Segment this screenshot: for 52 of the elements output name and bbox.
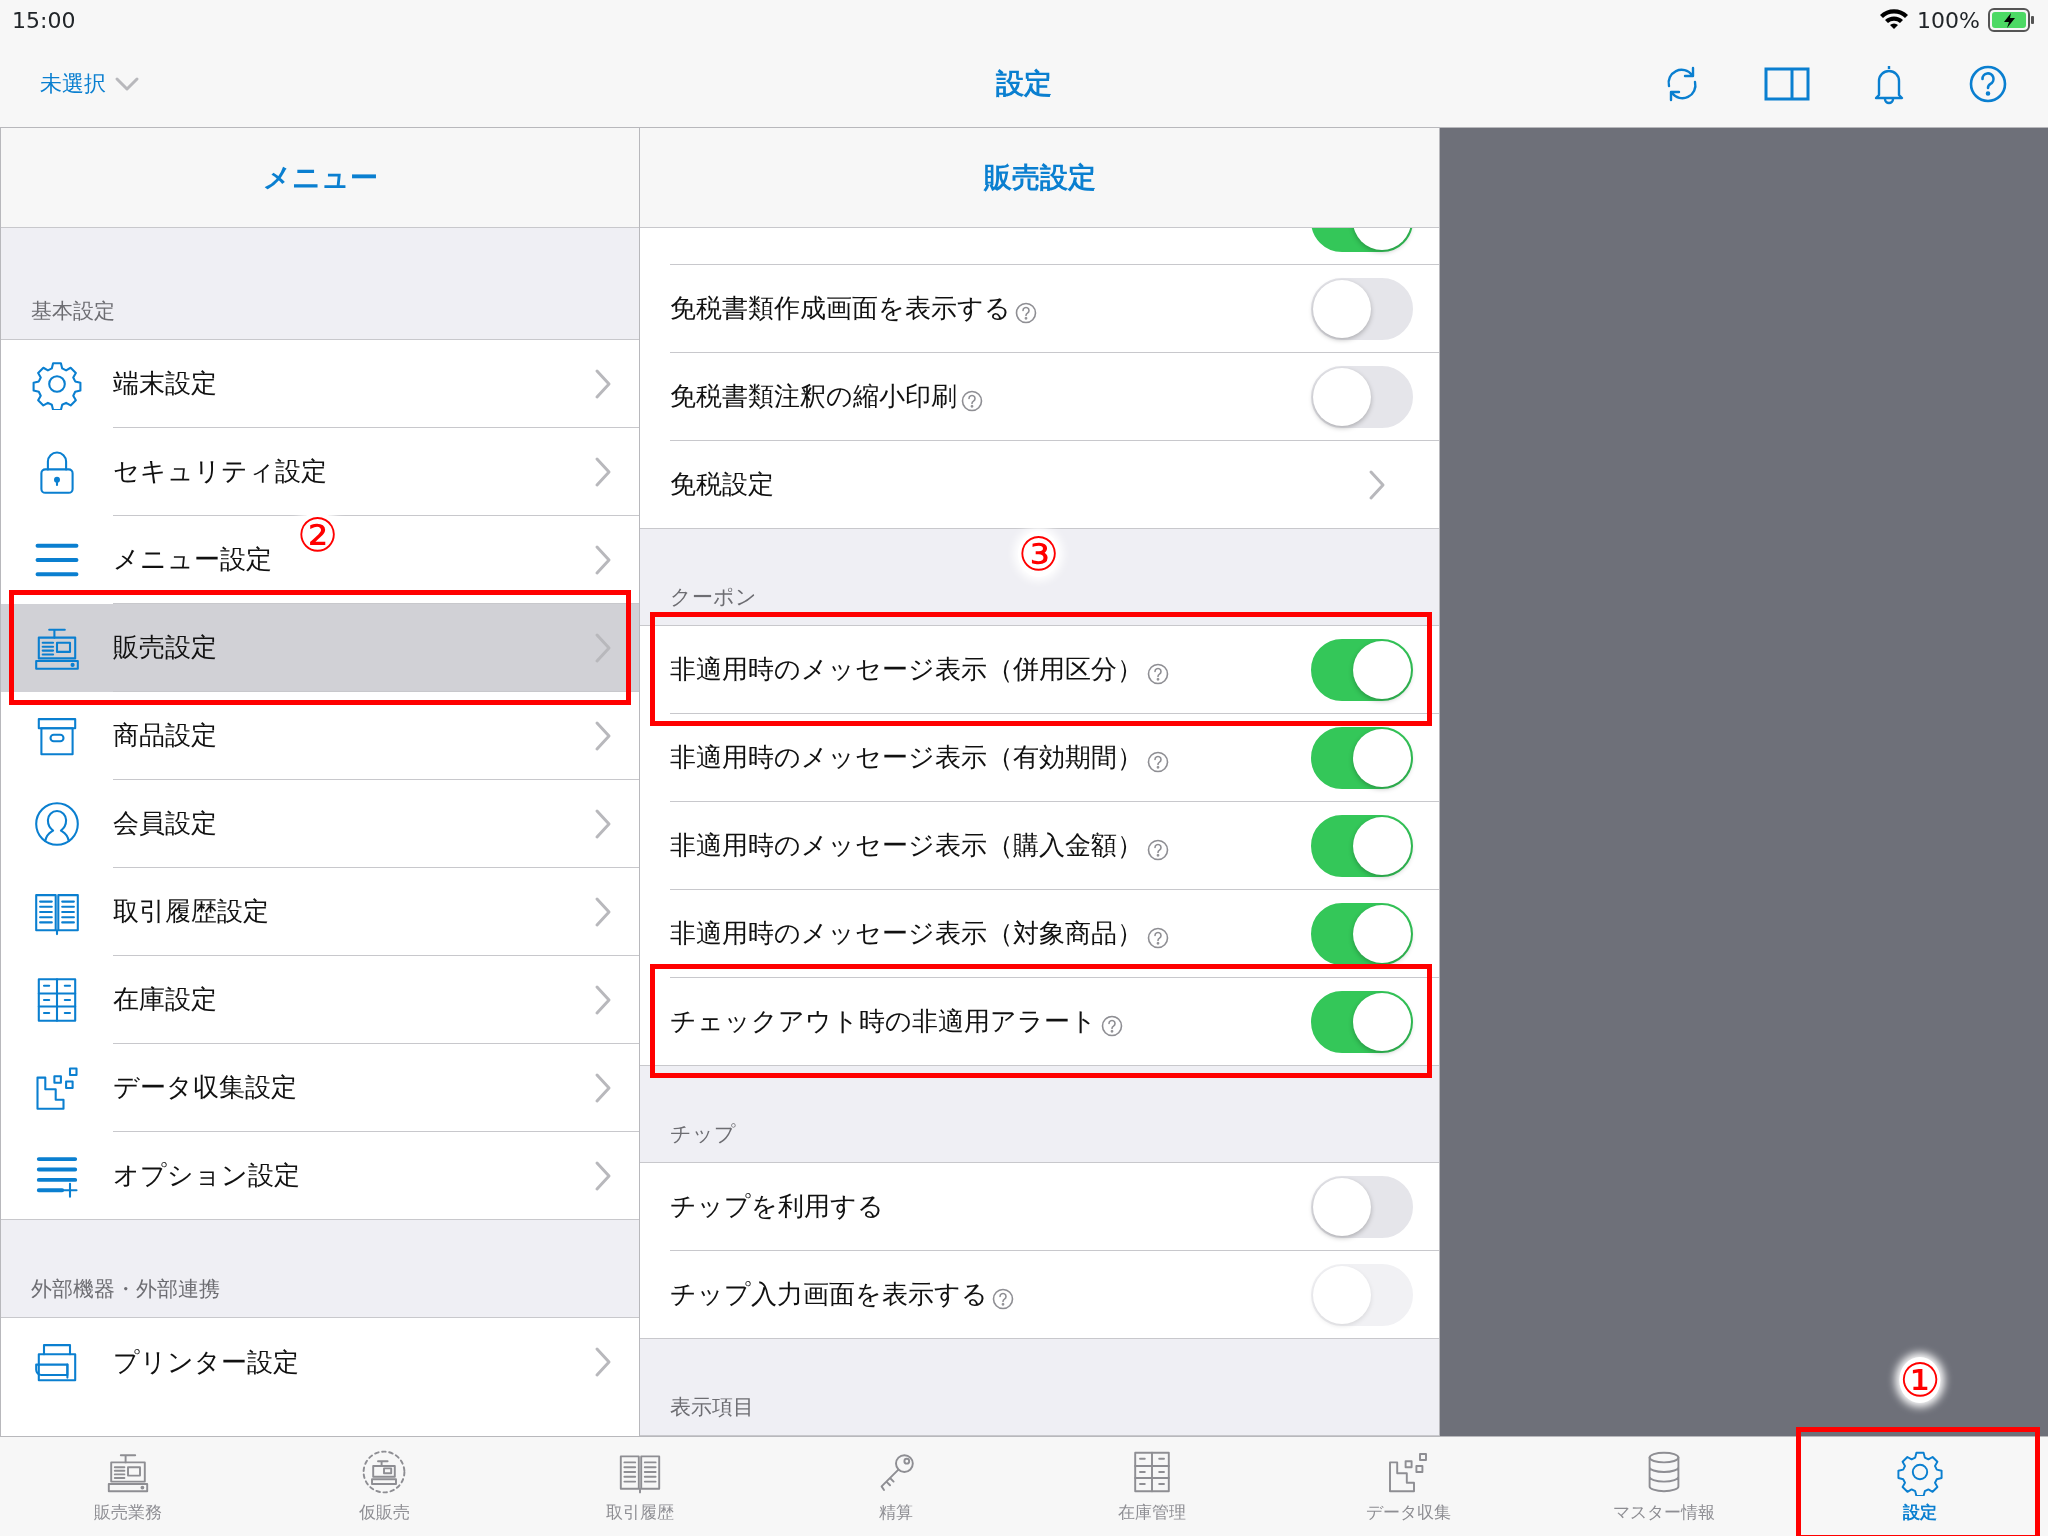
help-icon[interactable] [1147,838,1169,861]
tab[interactable]: 設定 [1792,1437,2048,1536]
help-icon[interactable] [1147,662,1169,685]
help-icon[interactable] [1147,750,1169,773]
menu-item[interactable]: 端末設定 [1,340,639,428]
setting-label: チェックアウト時の非適用アラート [670,1005,1097,1038]
menu-item[interactable]: プリンター設定 [1,1318,639,1406]
menu-item[interactable]: 在庫設定 [1,956,639,1044]
help-icon[interactable] [961,389,983,412]
pane-title: 販売設定 [983,159,1096,196]
menu-item[interactable]: オプション設定 [1,1132,639,1220]
section-header: クーポン [670,583,757,611]
menu-item[interactable]: 会員設定 [1,780,639,868]
section-header: 表示項目 [670,1393,754,1421]
setting-label: チップ入力画面を表示する [670,1278,988,1311]
section-header: 基本設定 [31,297,115,325]
menu-item[interactable]: 商品設定 [1,692,639,780]
pane-title: メニュー [262,159,378,196]
toggle-switch[interactable] [1311,726,1413,789]
setting-label: 免税書類作成画面を表示する [670,292,1011,325]
split-view-icon[interactable] [1764,66,1810,101]
toggle-switch[interactable] [1311,990,1413,1053]
setting-label: 非適用時のメッセージ表示（有効期間） [670,741,1143,774]
chevron-right-icon [593,1345,613,1379]
wifi-icon [1879,9,1910,31]
clock-time: 15:00 [12,6,76,35]
setting-label: チップを利用する [670,1190,884,1223]
help-icon[interactable] [1147,926,1169,949]
section-header: 外部機器・外部連携 [31,1275,220,1303]
battery-percent: 100% [1917,6,1980,35]
menu-item[interactable]: 取引履歴設定 [1,868,639,956]
setting-label: 非適用時のメッセージ表示（対象商品） [670,917,1143,950]
toggle-switch[interactable] [1311,638,1413,701]
settings-link[interactable]: 免税設定 [640,441,1439,529]
toggle-switch[interactable] [1311,902,1413,965]
setting-label: 非適用時のメッセージ表示（購入金額） [670,829,1143,862]
menu-item[interactable]: 販売設定 [1,604,639,692]
help-icon[interactable] [1968,63,2008,104]
annotation-number: ③ [1018,531,1060,577]
menu-item[interactable]: データ収集設定 [1,1044,639,1132]
screen-title: 設定 [996,65,1052,102]
scope-dropdown[interactable]: 未選択 [40,67,140,100]
setting-label: 非適用時のメッセージ表示（併用区分） [670,653,1143,686]
help-icon[interactable] [1015,301,1037,324]
section-header: チップ [670,1120,736,1148]
toggle-switch[interactable] [1311,814,1413,877]
chevron-down-icon [114,75,140,92]
help-icon[interactable] [1101,1014,1123,1037]
setting-label: 免税書類注釈の縮小印刷 [670,380,957,413]
menu-item[interactable]: セキュリティ設定 [1,428,639,516]
battery-charging-icon [1988,8,2036,32]
setting-label: 免税設定 [670,468,774,501]
